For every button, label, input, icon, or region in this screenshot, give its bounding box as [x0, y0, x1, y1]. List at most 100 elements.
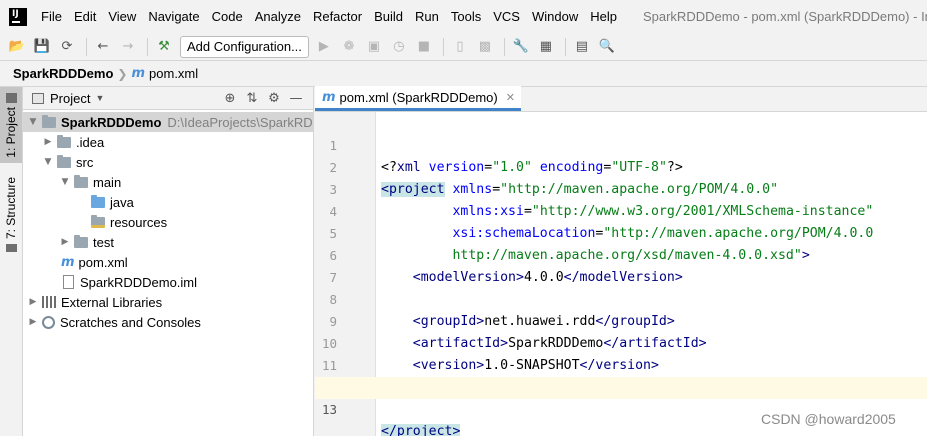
tree-item-src[interactable]: ▼ src	[23, 152, 314, 172]
device-icon[interactable]: ▯	[449, 36, 471, 58]
tab-pom-xml[interactable]: m pom.xml (SparkRDDDemo) ✕	[315, 86, 521, 111]
iml-file-icon	[63, 275, 74, 289]
profile-icon[interactable]: ◷	[388, 36, 410, 58]
stop-icon[interactable]: ■	[413, 36, 435, 58]
code-token: </project>	[381, 424, 461, 436]
terminal-icon[interactable]: ▤	[571, 36, 593, 58]
collapsed-arrow-icon[interactable]: ▶	[27, 317, 39, 327]
close-icon[interactable]: ✕	[506, 91, 515, 104]
resources-folder-icon	[91, 214, 105, 228]
build-hammer-icon[interactable]: ⚒	[153, 36, 175, 58]
breadcrumb-project[interactable]: SparkRDDDemo	[13, 66, 113, 81]
project-panel: Project ▼ ⊕ ⇅ ⚙ — ▼ SparkRDDDemo D:\Idea…	[23, 87, 314, 436]
project-folder-icon	[5, 93, 17, 103]
gear-icon[interactable]: ⚙	[263, 91, 285, 106]
structure-tool-tab-label: 7: Structure	[4, 177, 18, 240]
breadcrumb-file[interactable]: pom.xml	[149, 66, 198, 81]
breadcrumb: SparkRDDDemo ❯ m pom.xml	[0, 60, 927, 87]
folder-icon	[57, 154, 71, 168]
tree-item-label: src	[76, 154, 94, 170]
add-configuration-button[interactable]: Add Configuration...	[180, 35, 309, 58]
structure-icon	[5, 244, 17, 253]
collapse-all-icon[interactable]: ⇅	[241, 91, 263, 106]
left-tool-strip: 1: Project 7: Structure	[0, 87, 23, 436]
tree-item-label: main	[93, 174, 122, 190]
tree-item-resources[interactable]: resources	[23, 212, 314, 232]
tree-item-idea[interactable]: ▶ .idea	[23, 132, 314, 152]
open-folder-icon[interactable]: 📂	[6, 36, 28, 58]
collapsed-arrow-icon[interactable]: ▶	[27, 297, 39, 307]
project-structure-icon[interactable]: ▦	[535, 36, 557, 58]
menu-view[interactable]: View	[102, 0, 142, 33]
toolbar-divider	[86, 37, 87, 56]
structure-tool-tab[interactable]: 7: Structure	[0, 173, 22, 259]
debug-icon[interactable]: ❁	[338, 36, 360, 58]
menu-code[interactable]: Code	[206, 0, 249, 33]
tab-label: pom.xml (SparkRDDDemo)	[339, 89, 498, 105]
sync-icon[interactable]: ⟳	[56, 36, 78, 58]
tree-item-pom[interactable]: m pom.xml	[23, 252, 314, 272]
expanded-arrow-icon[interactable]: ▼	[42, 157, 54, 167]
tree-item-external-libraries[interactable]: ▶ External Libraries	[23, 292, 314, 312]
coverage-icon[interactable]: ▣	[363, 36, 385, 58]
menu-file[interactable]: File	[35, 0, 68, 33]
locate-target-icon[interactable]: ⊕	[219, 91, 241, 106]
attach-icon[interactable]: ▩	[474, 36, 496, 58]
menu-navigate[interactable]: Navigate	[142, 0, 205, 33]
toolbar-divider	[442, 37, 444, 56]
window-title: SparkRDDDemo - pom.xml (SparkRDDDemo) - …	[642, 9, 927, 24]
code-line-3: 3 xmlns:xsi="http://www.w3.org/2001/XMLS…	[315, 157, 927, 219]
tree-item-root[interactable]: ▼ SparkRDDDemo D:\IdeaProjects\SparkRD	[23, 112, 314, 132]
library-icon	[42, 296, 56, 308]
menu-help[interactable]: Help	[584, 0, 623, 33]
line-number: 13	[321, 402, 337, 417]
code-line-9: 9 <artifactId>SparkRDDDemo</artifactId>	[315, 289, 927, 351]
breadcrumb-chevron-icon: ❯	[117, 66, 128, 81]
menu-build[interactable]: Build	[368, 0, 409, 33]
save-icon[interactable]: 💾	[31, 36, 53, 58]
toolbar-divider	[503, 37, 505, 56]
tree-item-java[interactable]: java	[23, 192, 314, 212]
expanded-arrow-icon[interactable]: ▼	[59, 177, 71, 187]
code-line-10: 10 <version>1.0-SNAPSHOT</version>	[315, 311, 927, 373]
expanded-arrow-icon[interactable]: ▼	[27, 117, 39, 127]
code-line-13: 13 </project>	[315, 377, 927, 436]
tree-item-label: Scratches and Consoles	[60, 314, 201, 330]
menu-run[interactable]: Run	[409, 0, 445, 33]
collapsed-arrow-icon[interactable]: ▶	[59, 237, 71, 247]
intellij-logo-icon: IJ	[9, 7, 27, 26]
search-icon[interactable]: 🔍	[596, 36, 618, 58]
wrench-icon[interactable]: 🔧	[510, 36, 532, 58]
tree-item-label: java	[110, 194, 134, 210]
code-editor[interactable]: 1 <?xml version="1.0" encoding="UTF-8"?>…	[315, 112, 927, 436]
menu-window[interactable]: Window	[526, 0, 584, 33]
tree-item-path: D:\IdeaProjects\SparkRD	[167, 114, 313, 130]
menu-tools[interactable]: Tools	[445, 0, 487, 33]
editor: m pom.xml (SparkRDDDemo) ✕ 1 <?xml versi…	[315, 86, 927, 436]
folder-icon	[42, 114, 56, 128]
project-tool-tab[interactable]: 1: Project	[0, 87, 22, 163]
tree-item-scratches[interactable]: ▶ Scratches and Consoles	[23, 312, 314, 332]
menu-vcs[interactable]: VCS	[487, 0, 526, 33]
tree-item-label: SparkRDDDemo.iml	[80, 274, 198, 290]
forward-arrow-icon[interactable]: →	[117, 36, 139, 58]
code-line-7: 7	[315, 245, 927, 285]
menu-analyze[interactable]: Analyze	[249, 0, 307, 33]
tree-item-main[interactable]: ▼ main	[23, 172, 314, 192]
code-line-8: 8 <groupId>net.huawei.rdd</groupId>	[315, 267, 927, 329]
watermark: CSDN @howard2005	[761, 411, 896, 427]
back-arrow-icon[interactable]: ←	[92, 36, 114, 58]
maven-icon: m	[131, 66, 146, 81]
run-icon[interactable]: ▶	[313, 36, 335, 58]
collapsed-arrow-icon[interactable]: ▶	[42, 137, 54, 147]
code-line-4: 4 xsi:schemaLocation="http://maven.apach…	[315, 179, 927, 241]
maven-icon: m	[322, 89, 336, 105]
menu-refactor[interactable]: Refactor	[307, 0, 368, 33]
project-view-selector[interactable]: Project	[50, 91, 90, 106]
chevron-down-icon[interactable]: ▼	[95, 93, 104, 103]
tree-item-test[interactable]: ▶ test	[23, 232, 314, 252]
code-line-11: 11	[315, 333, 927, 373]
menu-edit[interactable]: Edit	[68, 0, 102, 33]
hide-panel-icon[interactable]: —	[285, 91, 307, 106]
tree-item-iml[interactable]: SparkRDDDemo.iml	[23, 272, 314, 292]
